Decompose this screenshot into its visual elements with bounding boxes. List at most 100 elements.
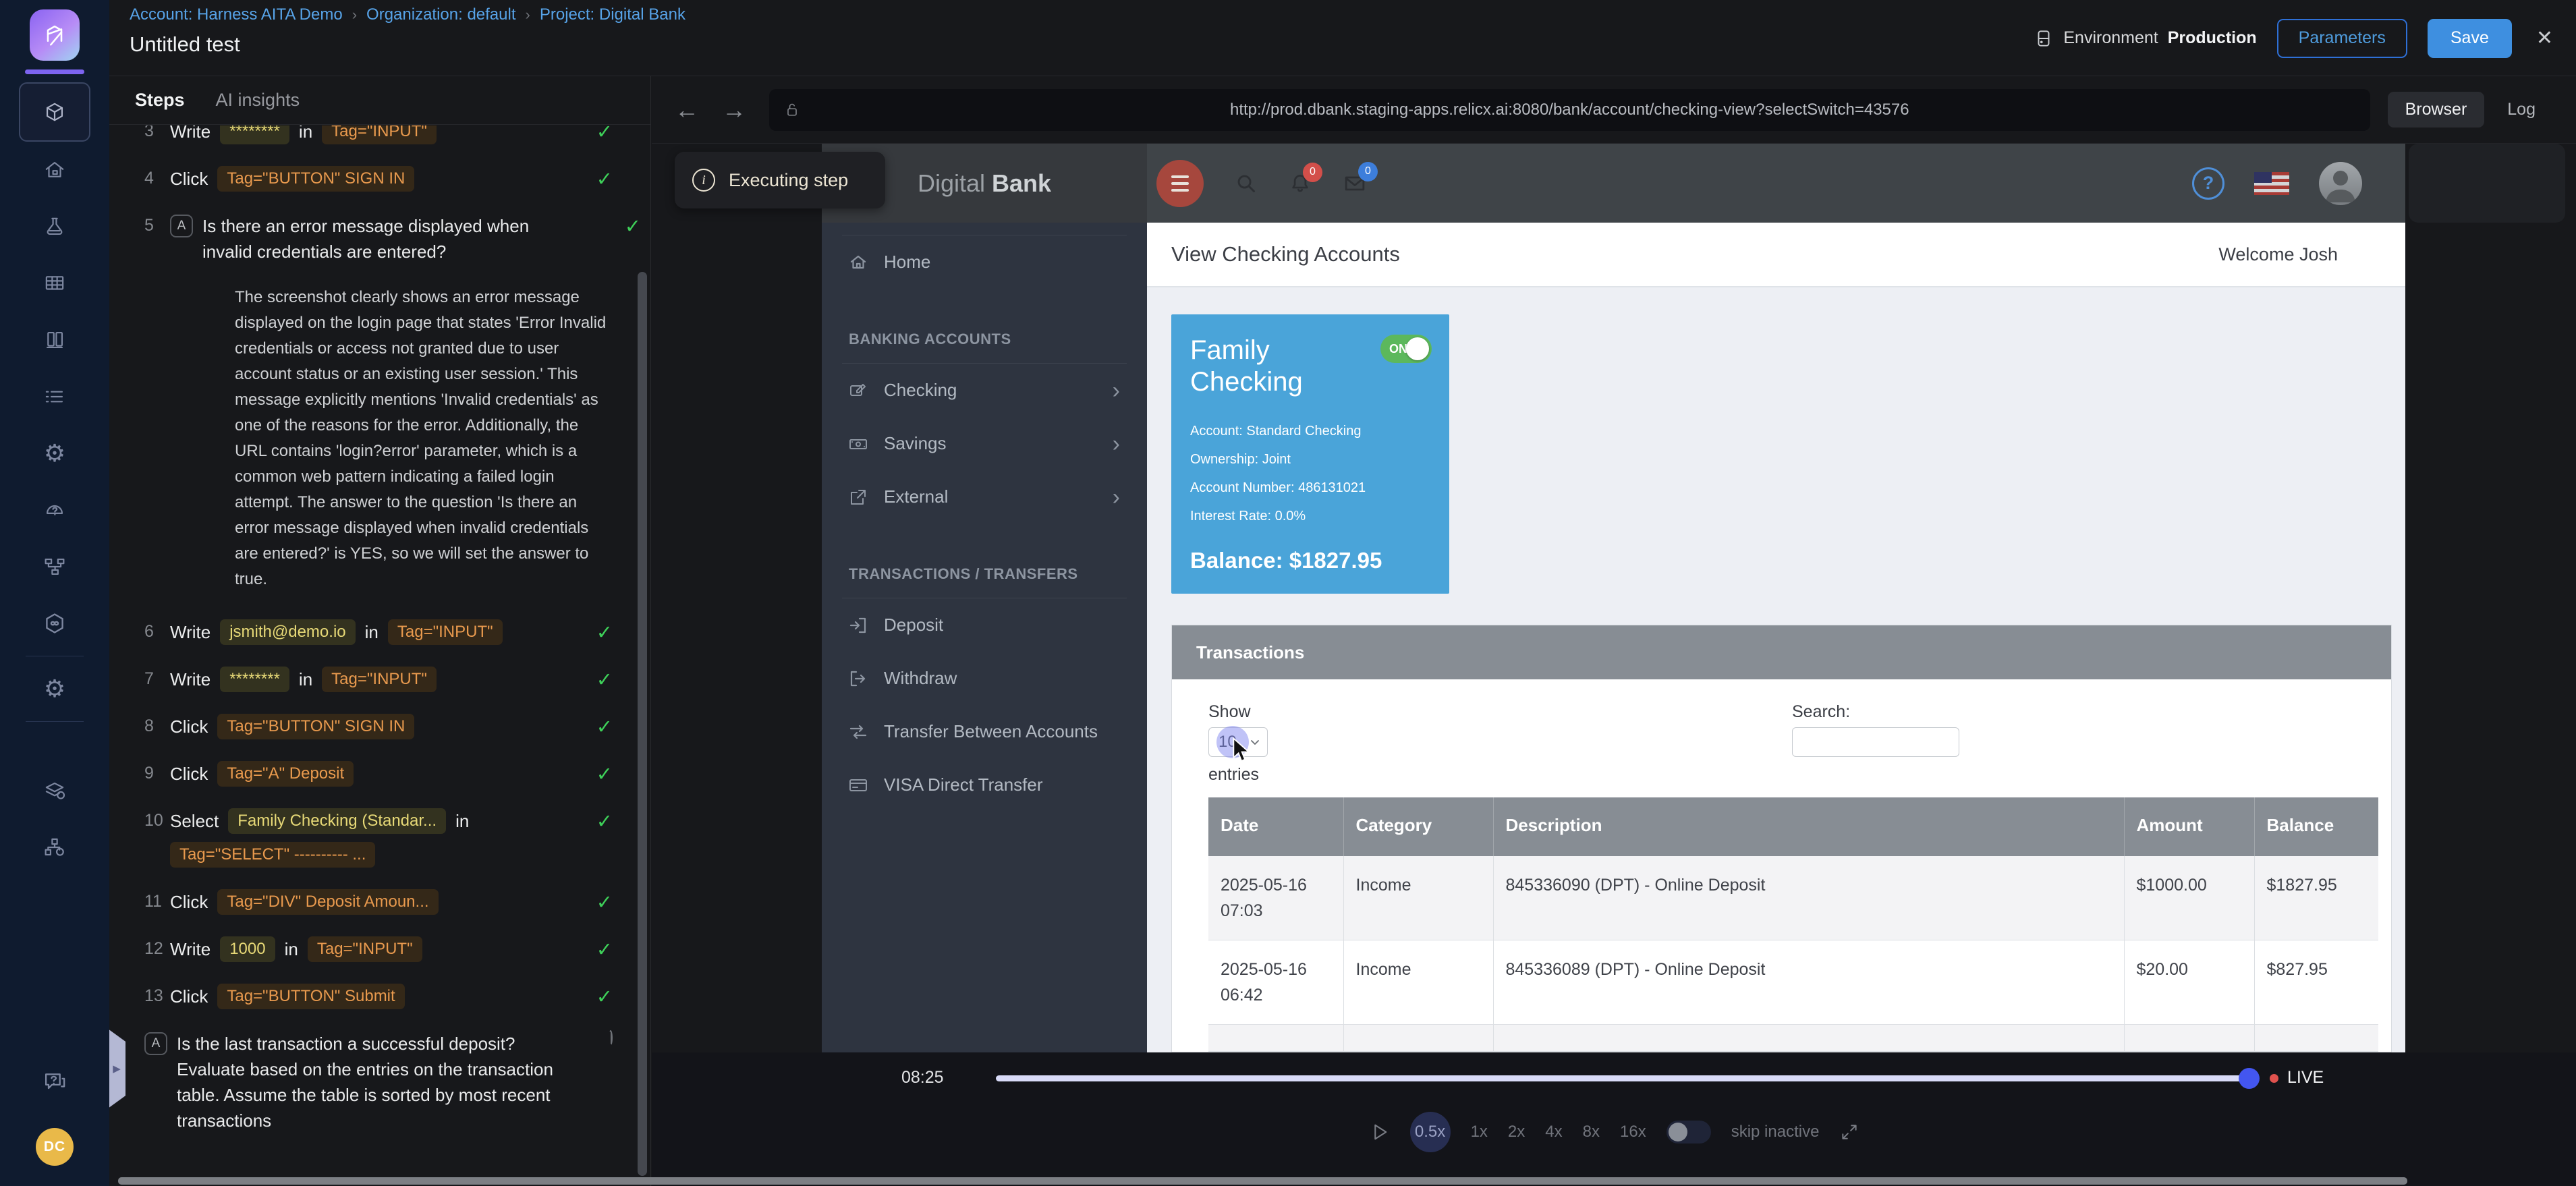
steps-scrollbar[interactable] <box>638 272 647 1176</box>
step-row[interactable]: 6Writejsmith@demo.ioinTag="INPUT"✓ <box>144 609 613 656</box>
cell <box>1208 1025 1343 1052</box>
checklist-icon[interactable] <box>0 368 109 425</box>
home-icon[interactable] <box>0 142 109 198</box>
bank-content: View Checking Accounts Welcome Josh Fami… <box>1147 223 2405 1052</box>
search-input[interactable] <box>1792 727 1959 757</box>
step-row[interactable]: 11ClickTag="DIV" Deposit Amoun... ✓ <box>144 878 613 926</box>
step-row[interactable]: 10SelectFamily Checking (Standar...inTag… <box>144 797 613 878</box>
tab-steps[interactable]: Steps <box>135 90 185 111</box>
step-row[interactable]: AIs the last transaction a successful de… <box>144 1020 613 1144</box>
speed-16x[interactable]: 16x <box>1620 1123 1646 1141</box>
tab-log[interactable]: Log <box>2490 92 2553 128</box>
cell-description: 845336090 (DPT) - Online Deposit <box>1493 856 2124 940</box>
check-icon: ✓ <box>596 939 613 961</box>
check-icon: ✓ <box>596 892 613 913</box>
speed-0.5x[interactable]: 0.5x <box>1410 1112 1451 1152</box>
workflow-icon[interactable] <box>0 538 109 595</box>
step-row[interactable]: 13ClickTag="BUTTON" Submit✓ <box>144 973 613 1020</box>
back-icon[interactable]: ← <box>675 96 699 124</box>
org-settings-icon[interactable] <box>0 819 109 876</box>
account-toggle[interactable]: ON <box>1380 335 1432 363</box>
speed-2x[interactable]: 2x <box>1508 1123 1525 1141</box>
step-status: ✓ <box>584 984 613 1009</box>
panel-collapse-handle[interactable]: ▶ <box>108 1029 125 1108</box>
timeline-track[interactable] <box>996 1075 2248 1081</box>
play-button[interactable] <box>1368 1121 1390 1143</box>
step-row[interactable]: 3Write********inTag="INPUT"✓ <box>144 125 613 155</box>
step-body: ClickTag="DIV" Deposit Amoun... <box>170 889 584 915</box>
skip-inactive-label: skip inactive <box>1731 1123 1820 1141</box>
sidebar-item-withdraw[interactable]: Withdraw <box>822 652 1147 705</box>
tab-ai-insights[interactable]: AI insights <box>216 90 300 111</box>
user-avatar[interactable]: DC <box>36 1128 74 1166</box>
sidebar-item-deposit[interactable]: Deposit <box>822 598 1147 652</box>
deposit-icon <box>849 616 884 635</box>
step-status: ✓ <box>584 761 613 786</box>
project-settings-gear-icon[interactable]: ⚙ <box>0 660 109 717</box>
step-body: ClickTag="BUTTON" SIGN IN <box>170 714 584 739</box>
account-card[interactable]: Family Checking ON Account: Standard Che… <box>1171 314 1449 594</box>
column-header-category[interactable]: Category <box>1343 797 1493 856</box>
messages-envelope-icon[interactable]: 0 <box>1343 171 1367 196</box>
cell <box>2124 1025 2254 1052</box>
sidebar-item-checking[interactable]: Checking› <box>822 364 1147 417</box>
save-button[interactable]: Save <box>2428 19 2512 58</box>
step-line: Write1000inTag="INPUT" <box>170 936 584 962</box>
lock-icon <box>784 102 800 118</box>
url-bar[interactable]: http://prod.dbank.staging-apps.relicx.ai… <box>769 89 2370 131</box>
ci-loop-icon[interactable] <box>0 595 109 652</box>
notifications-bell-icon[interactable]: 0 <box>1289 172 1312 195</box>
forward-icon[interactable]: → <box>722 96 746 124</box>
sidebar-item-external[interactable]: External› <box>822 470 1147 524</box>
column-header-amount[interactable]: Amount <box>2124 797 2254 856</box>
step-row[interactable]: 4ClickTag="BUTTON" SIGN IN✓ <box>144 155 613 202</box>
column-header-description[interactable]: Description <box>1493 797 2124 856</box>
executions-icon[interactable] <box>0 312 109 368</box>
search-icon[interactable] <box>1235 172 1258 195</box>
speed-1x[interactable]: 1x <box>1471 1123 1488 1141</box>
test-lab-icon[interactable] <box>0 198 109 255</box>
chat-help-icon[interactable] <box>36 1054 74 1110</box>
column-header-date[interactable]: Date <box>1208 797 1343 856</box>
help-icon[interactable]: ? <box>2192 167 2224 200</box>
agent-incognito-icon[interactable] <box>0 482 109 538</box>
us-flag-icon[interactable] <box>2254 172 2289 195</box>
step-number: 13 <box>144 984 170 1006</box>
rail-item-pipeline-active[interactable] <box>19 82 90 142</box>
speed-4x[interactable]: 4x <box>1545 1123 1562 1141</box>
table-row[interactable]: 2025-05-1607:03Income845336090 (DPT) - O… <box>1208 856 2378 940</box>
sidebar-item-savings[interactable]: Savings› <box>822 417 1147 470</box>
sidebar-item-label: External <box>884 486 948 507</box>
harness-logo-icon[interactable] <box>30 9 80 61</box>
speed-8x[interactable]: 8x <box>1583 1123 1600 1141</box>
step-row[interactable]: 9ClickTag="A" Deposit✓ <box>144 750 613 797</box>
step-status: ✓ <box>584 667 613 691</box>
horizontal-scrollbar[interactable] <box>118 1177 2407 1185</box>
breadcrumb-link[interactable]: Organization: default <box>366 5 515 24</box>
timeline-scrubber-knob[interactable] <box>2239 1068 2260 1089</box>
tab-browser[interactable]: Browser <box>2388 92 2485 128</box>
skip-inactive-toggle[interactable] <box>1667 1121 1711 1143</box>
step-number: 11 <box>144 889 170 911</box>
sidebar-item-transfer-between-accounts[interactable]: Transfer Between Accounts <box>822 705 1147 758</box>
breadcrumb-link[interactable]: Project: Digital Bank <box>540 5 685 24</box>
step-row[interactable]: 8ClickTag="BUTTON" SIGN IN✓ <box>144 703 613 750</box>
parameters-button[interactable]: Parameters <box>2277 19 2407 58</box>
sidebar-item-home[interactable]: Home <box>822 235 1147 289</box>
fullscreen-expand-icon[interactable] <box>1839 1122 1859 1142</box>
breadcrumb-link[interactable]: Account: Harness AITA Demo <box>130 5 343 24</box>
bank-user-avatar[interactable] <box>2319 162 2362 205</box>
sidebar-item-visa-direct-transfer[interactable]: VISA Direct Transfer <box>822 758 1147 812</box>
step-body: Write1000inTag="INPUT" <box>170 936 584 962</box>
settings-gear-icon[interactable]: ⚙ <box>0 425 109 482</box>
column-header-balance[interactable]: Balance <box>2254 797 2378 856</box>
step-row[interactable]: 5AIs there an error message displayed wh… <box>144 202 613 609</box>
step-row[interactable]: 7Write********inTag="INPUT"✓ <box>144 656 613 703</box>
grid-table-icon[interactable] <box>0 255 109 312</box>
step-row[interactable]: 12Write1000inTag="INPUT"✓ <box>144 926 613 973</box>
table-row[interactable]: 2025-05-1606:42Income845336089 (DPT) - O… <box>1208 940 2378 1025</box>
environment-label: Environment <box>2063 28 2158 48</box>
sidebar-menu-button[interactable] <box>1156 160 1204 207</box>
close-icon[interactable]: ✕ <box>2532 26 2557 50</box>
layers-settings-icon[interactable] <box>0 762 109 819</box>
